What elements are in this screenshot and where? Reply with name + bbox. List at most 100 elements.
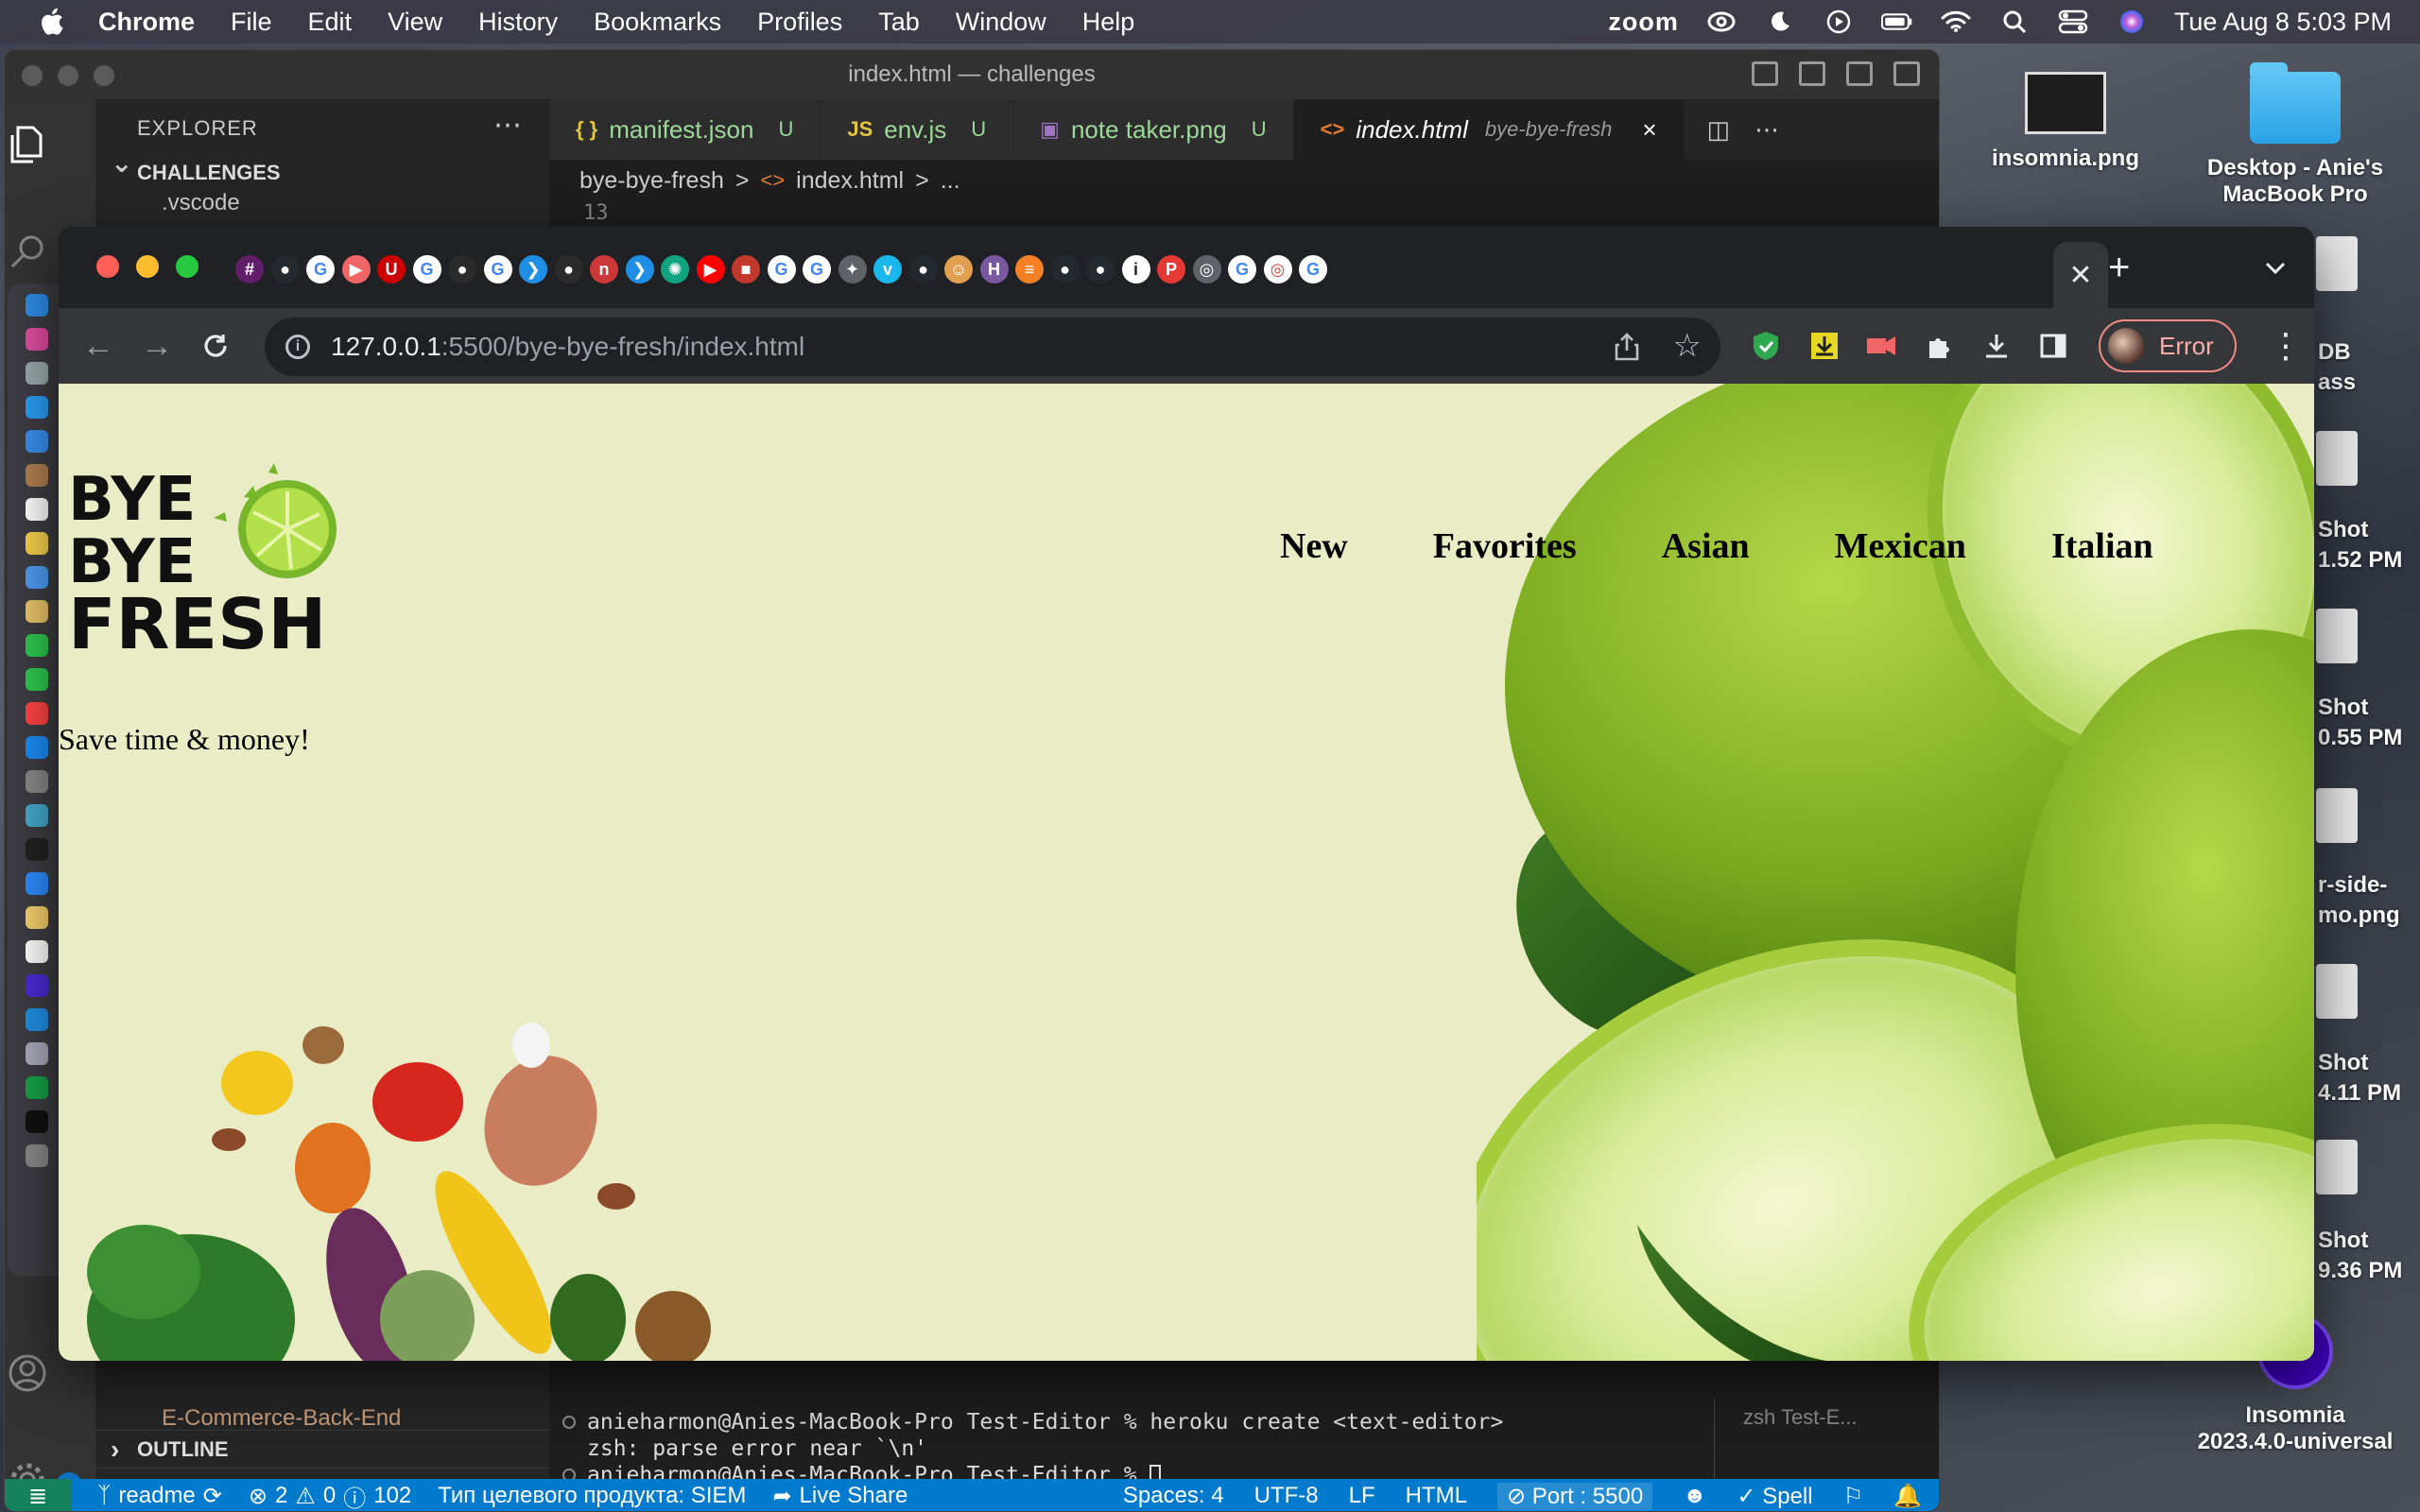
chrome-menu-icon[interactable]: ⋮ xyxy=(2269,329,2303,363)
desktop-file-icon[interactable] xyxy=(2316,431,2358,486)
split-editor-icon[interactable]: ◫ xyxy=(1707,115,1731,145)
download-extension-icon[interactable] xyxy=(1806,327,1843,365)
new-tab-button[interactable]: + xyxy=(2108,249,2130,286)
contacts-icon[interactable] xyxy=(26,464,48,487)
status-live-server-port[interactable]: ⊘ Port : 5500 xyxy=(1496,1482,1653,1510)
chrome-icon[interactable] xyxy=(26,940,48,963)
toggle-panel-icon[interactable] xyxy=(1799,61,1825,86)
status-spell[interactable]: ✓ Spell xyxy=(1737,1483,1812,1510)
creative-cloud-icon[interactable] xyxy=(1705,8,1737,36)
status-live-share[interactable]: ➦ Live Share xyxy=(772,1483,908,1510)
search-icon[interactable] xyxy=(1998,8,2031,36)
close-tab-icon[interactable]: × xyxy=(1642,115,1656,145)
launchpad-grid-icon[interactable] xyxy=(26,362,48,385)
safari-icon[interactable] xyxy=(26,396,48,419)
status-language[interactable]: HTML xyxy=(1406,1483,1467,1509)
screencast-extension-icon[interactable] xyxy=(1862,327,1900,365)
menu-history[interactable]: History xyxy=(478,8,558,37)
desktop-file-icon[interactable] xyxy=(2316,1140,2358,1194)
breadcrumb-file[interactable]: index.html xyxy=(796,167,904,195)
extensions-puzzle-icon[interactable] xyxy=(1921,327,1959,365)
app-store-icon[interactable] xyxy=(26,736,48,759)
minimized-window-icon[interactable] xyxy=(26,1110,48,1133)
desktop-file-icon[interactable] xyxy=(2316,788,2358,843)
messages-icon[interactable] xyxy=(26,634,48,657)
toggle-sidebar-icon[interactable] xyxy=(1752,61,1778,86)
status-encoding[interactable]: UTF-8 xyxy=(1254,1483,1319,1509)
launchpad-icon[interactable] xyxy=(26,328,48,351)
trash-icon[interactable] xyxy=(26,1144,48,1167)
back-button[interactable]: ← xyxy=(79,327,117,365)
desktop-file-icon[interactable] xyxy=(2316,609,2358,663)
desktop-file-insomnia-png[interactable]: insomnia.png xyxy=(1976,72,2155,172)
bell-icon[interactable]: 🔔 xyxy=(1893,1483,1922,1510)
control-center-icon[interactable] xyxy=(2057,8,2089,36)
finder-window-icon[interactable] xyxy=(26,1042,48,1065)
tab-active[interactable]: ✕ xyxy=(2053,242,2108,308)
site-logo[interactable]: BYE BYE FRESH xyxy=(68,463,352,665)
feedback-icon[interactable]: ⚐ xyxy=(1843,1483,1864,1510)
photos-icon[interactable] xyxy=(26,600,48,623)
search-icon[interactable] xyxy=(5,229,50,274)
desktop-file-icon[interactable] xyxy=(2316,964,2358,1019)
nav-favorites[interactable]: Favorites xyxy=(1433,525,1577,567)
menu-tab[interactable]: Tab xyxy=(878,8,920,37)
tab-env-js[interactable]: JS env.js U xyxy=(821,99,1014,160)
forward-button[interactable]: → xyxy=(138,327,176,365)
menu-view[interactable]: View xyxy=(388,8,442,37)
nav-asian[interactable]: Asian xyxy=(1662,525,1750,567)
terminal-list-item[interactable]: zsh Test-E... xyxy=(1743,1405,1858,1429)
music-icon[interactable] xyxy=(26,702,48,725)
breadcrumb-symbol[interactable]: ... xyxy=(941,167,960,195)
nav-new[interactable]: New xyxy=(1280,525,1348,567)
siri-icon[interactable] xyxy=(2116,8,2148,36)
profile-button[interactable]: Error xyxy=(2099,319,2237,372)
outline-section[interactable]: OUTLINE xyxy=(95,1430,549,1469)
menubar-clock[interactable]: Tue Aug 8 5:03 PM xyxy=(2174,8,2392,37)
moon-icon[interactable] xyxy=(1764,8,1796,36)
reload-button[interactable] xyxy=(197,327,234,365)
close-window-button[interactable] xyxy=(22,65,43,86)
battery-icon[interactable] xyxy=(1880,8,1913,36)
status-eol[interactable]: LF xyxy=(1349,1483,1375,1509)
toggle-secondary-sidebar-icon[interactable] xyxy=(1846,61,1873,86)
browser-tab[interactable]: G xyxy=(1290,242,1336,297)
mail-icon[interactable] xyxy=(26,430,48,453)
status-branch[interactable]: ᛉ readme ⟳ xyxy=(97,1483,222,1510)
facetime-icon[interactable] xyxy=(26,668,48,691)
menu-bookmarks[interactable]: Bookmarks xyxy=(594,8,721,37)
stickies-icon[interactable] xyxy=(26,906,48,929)
tab-index-html[interactable]: <> index.html bye-bye-fresh × xyxy=(1293,99,1685,160)
terminal-list[interactable]: zsh Test-E... xyxy=(1714,1398,1939,1492)
desktop-folder-macbook-pro[interactable]: Desktop - Anie's MacBook Pro xyxy=(2191,62,2399,208)
more-actions-icon[interactable]: ⋯ xyxy=(493,109,523,142)
preview-icon[interactable] xyxy=(26,804,48,827)
adblock-extension-icon[interactable] xyxy=(1747,327,1785,365)
address-bar[interactable]: i 127.0.0.1:5500/bye-bye-fresh/index.htm… xyxy=(265,318,1720,376)
zoom-icon[interactable] xyxy=(26,872,48,895)
nav-italian[interactable]: Italian xyxy=(2051,525,2153,567)
insomnia-icon[interactable] xyxy=(26,974,48,997)
notes-icon[interactable] xyxy=(26,532,48,555)
downloads-icon[interactable] xyxy=(1978,327,2015,365)
mongodb-icon[interactable] xyxy=(26,1076,48,1099)
more-actions-icon[interactable]: ⋯ xyxy=(1754,115,1779,145)
desktop-file-icon[interactable] xyxy=(2316,236,2358,291)
tab-manifest-json[interactable]: { } manifest.json U xyxy=(549,99,821,160)
wifi-icon[interactable] xyxy=(1940,8,1972,36)
share-icon[interactable] xyxy=(1615,333,1639,361)
accounts-icon[interactable] xyxy=(5,1350,50,1396)
play-icon[interactable] xyxy=(1823,8,1855,36)
menu-profiles[interactable]: Profiles xyxy=(757,8,842,37)
folder-vscode[interactable]: .vscode xyxy=(95,188,549,218)
zoom-window-button[interactable] xyxy=(94,65,114,86)
vscode-icon[interactable] xyxy=(26,1008,48,1031)
minimize-window-button[interactable] xyxy=(58,65,78,86)
menu-app-name[interactable]: Chrome xyxy=(98,8,195,37)
status-problems[interactable]: ⊗ 2 ⚠ 0 ⓘ 102 xyxy=(249,1480,411,1511)
minimize-window-button[interactable] xyxy=(136,255,159,278)
side-panel-icon[interactable] xyxy=(2034,327,2072,365)
finder-icon[interactable] xyxy=(26,294,48,317)
nav-mexican[interactable]: Mexican xyxy=(1835,525,1966,567)
zoom-status-item[interactable]: zoom xyxy=(1608,8,1679,37)
